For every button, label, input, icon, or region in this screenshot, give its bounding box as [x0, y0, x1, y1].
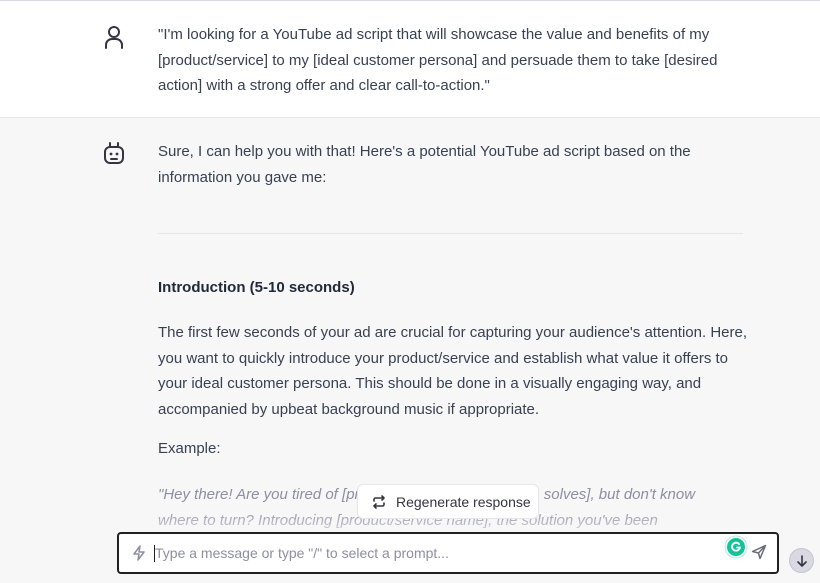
section-paragraph: The first few seconds of your ad are cru…: [158, 324, 747, 418]
user-message-text: "I'm looking for a YouTube ad script tha…: [158, 26, 718, 94]
user-message-row: "I'm looking for a YouTube ad script tha…: [0, 0, 820, 118]
arrow-down-icon: [796, 554, 808, 567]
example-label: Example:: [158, 440, 221, 457]
send-icon[interactable]: [751, 544, 767, 560]
section-heading: Introduction (5-10 seconds): [158, 279, 355, 296]
regenerate-label: Regenerate response: [396, 493, 531, 510]
scroll-to-bottom-button[interactable]: [789, 548, 814, 573]
section-divider: [158, 233, 743, 234]
lightning-icon[interactable]: [131, 545, 147, 561]
refresh-icon: [372, 494, 386, 509]
assistant-intro-text: Sure, I can help you with that! Here's a…: [158, 143, 691, 186]
message-composer[interactable]: [117, 532, 779, 574]
bot-icon: [101, 141, 127, 167]
grammarly-icon[interactable]: [727, 538, 745, 556]
message-input[interactable]: [155, 542, 715, 564]
user-icon: [101, 24, 127, 50]
regenerate-response-button[interactable]: Regenerate response: [357, 484, 539, 519]
